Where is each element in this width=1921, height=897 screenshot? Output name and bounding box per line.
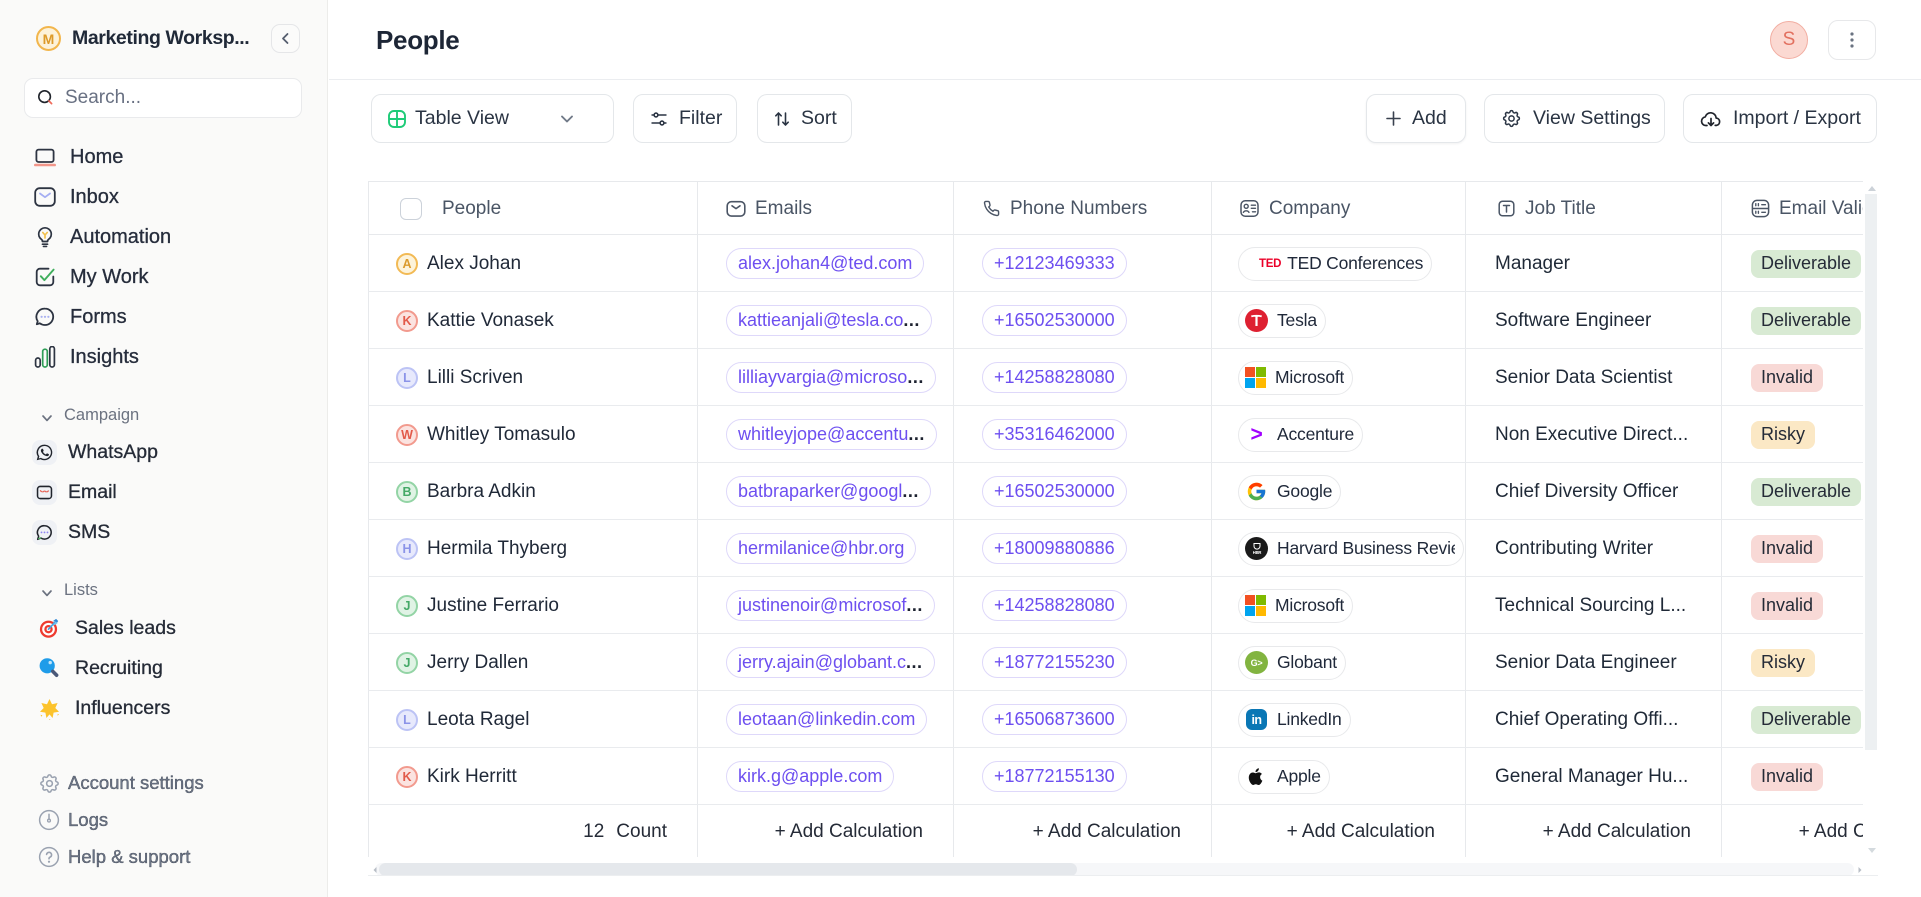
svg-text:HBR: HBR xyxy=(1252,550,1261,555)
